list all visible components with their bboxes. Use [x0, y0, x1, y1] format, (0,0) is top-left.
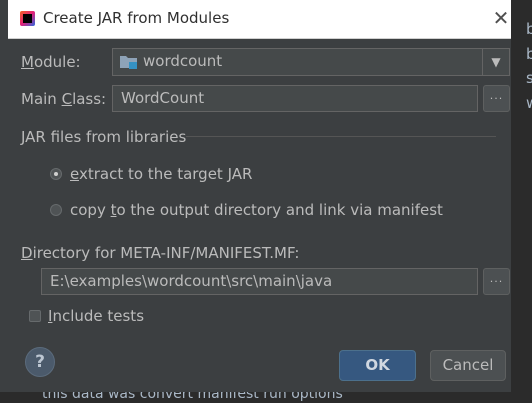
manifest-dir-label-text: irectory for META-INF/MANIFEST.MF: [32, 244, 300, 262]
copy-option-text: o the output directory and link via mani… [116, 201, 443, 219]
copy-radio[interactable] [50, 204, 62, 216]
main-class-label-mnemonic: C [61, 90, 73, 108]
main-class-label: Main Class: [21, 90, 106, 108]
module-label-text: odule: [33, 53, 81, 71]
include-tests-text: nclude tests [52, 307, 145, 325]
extract-option-text: xtract to the target JAR [78, 165, 253, 183]
dialog-titlebar: Create JAR from Modules ✕ [8, 0, 511, 39]
background-text: s [526, 69, 532, 87]
background-text: b [526, 45, 532, 63]
copy-option-pre: copy [70, 201, 111, 219]
main-class-label-pre: Main [21, 90, 62, 108]
jar-libraries-group-title: JAR files from libraries [21, 128, 187, 146]
include-tests-label[interactable]: Include tests [48, 307, 144, 325]
manifest-dir-browse-button[interactable]: ... [483, 268, 510, 295]
manifest-dir-field[interactable]: E:\examples\wordcount\src\main\java [41, 268, 478, 295]
dialog-title: Create JAR from Modules [43, 9, 230, 27]
module-label: Module: [21, 53, 81, 71]
manifest-dir-label: Directory for META-INF/MANIFEST.MF: [21, 244, 299, 262]
create-jar-dialog: Create JAR from Modules ✕ Module: wordco… [8, 0, 511, 392]
close-icon[interactable]: ✕ [490, 7, 512, 29]
help-button[interactable]: ? [25, 347, 55, 377]
background-text: this data was convert manifest run optio… [42, 392, 343, 402]
main-class-field[interactable]: WordCount [112, 85, 478, 112]
module-select[interactable]: wordcount ▼ [112, 48, 510, 76]
background-editor: b b s w [510, 0, 532, 403]
include-tests-checkbox[interactable] [29, 310, 41, 322]
copy-option-label[interactable]: copy to the output directory and link vi… [70, 201, 443, 219]
dropdown-arrow-icon[interactable]: ▼ [482, 49, 509, 75]
extract-option-mnemonic: e [70, 165, 79, 183]
extract-radio[interactable] [50, 168, 62, 180]
module-folder-icon [120, 56, 137, 69]
cancel-button[interactable]: Cancel [430, 350, 506, 381]
intellij-idea-icon [20, 11, 35, 26]
manifest-dir-mnemonic: D [21, 244, 33, 262]
main-class-label-post: lass: [72, 90, 107, 108]
background-editor-bottom: this data was convert manifest run optio… [0, 392, 532, 403]
main-class-browse-button[interactable]: ... [483, 85, 510, 112]
background-text: b [526, 20, 532, 38]
extract-option-label[interactable]: extract to the target JAR [70, 165, 252, 183]
background-text: w [526, 94, 532, 112]
ok-button[interactable]: OK [339, 350, 416, 381]
module-value: wordcount [143, 52, 223, 70]
group-divider [186, 136, 496, 137]
module-label-mnemonic: M [21, 53, 34, 71]
